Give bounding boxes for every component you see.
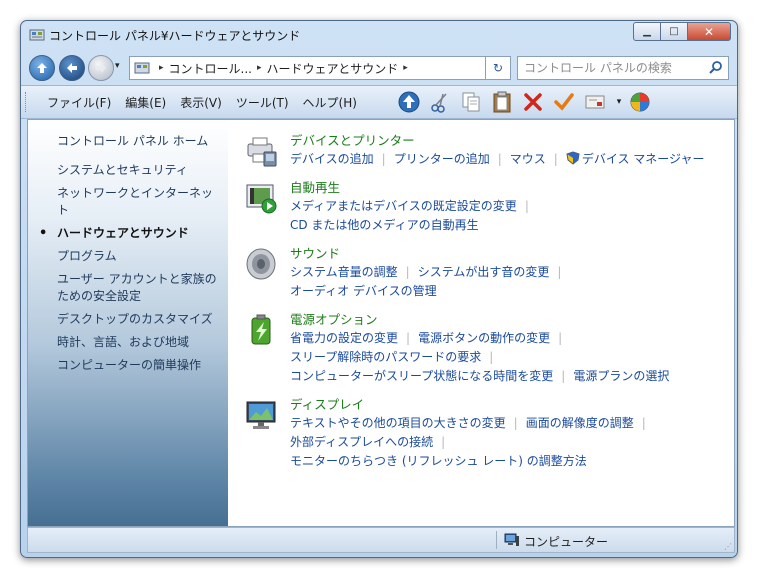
breadcrumb-separator-icon[interactable]: ▸	[257, 63, 262, 73]
breadcrumb-separator-icon[interactable]: ▸	[403, 63, 408, 73]
computer-icon	[504, 533, 520, 547]
control-panel-home-link[interactable]: コントロール パネル ホーム	[57, 132, 208, 149]
address-bar[interactable]: ▸ コントロール... ▸ ハードウェアとサウンド ▸ ▾	[129, 56, 497, 80]
link-refresh-rate[interactable]: モニターのちらつき (リフレッシュ レート) の調整方法	[290, 454, 587, 468]
resize-grip[interactable]: ⋰	[724, 542, 732, 551]
category-title[interactable]: サウンド	[290, 245, 730, 263]
breadcrumb-separator-icon[interactable]: ▸	[159, 63, 164, 73]
up-arrow-icon	[37, 63, 47, 73]
category-title[interactable]: 電源オプション	[290, 311, 730, 329]
views-icon[interactable]	[628, 90, 652, 114]
breadcrumb-hardware-sound[interactable]: ハードウェアとサウンド	[267, 60, 399, 77]
link-change-default-settings[interactable]: メディアまたはデバイスの既定設定の変更	[290, 199, 517, 213]
link-change-system-sounds[interactable]: システムが出す音の変更	[418, 265, 550, 279]
control-panel-icon	[29, 28, 45, 42]
link-connect-external-display[interactable]: 外部ディスプレイへの接続	[290, 435, 433, 449]
category-autoplay: 自動再生 メディアまたはデバイスの既定設定の変更 | CD または他のメディアの自…	[240, 179, 730, 235]
link-change-text-size[interactable]: テキストやその他の項目の大きさの変更	[290, 416, 506, 430]
menu-view[interactable]: 表示(V)	[180, 94, 222, 111]
category-devices-printers: デバイスとプリンター デバイスの追加 | プリンターの追加 | マウス | デバイス マネー…	[240, 132, 730, 169]
sidebar-item-hardware-sound: ハードウェアとサウンド	[39, 225, 223, 242]
maximize-button[interactable]: □	[661, 22, 688, 41]
link-choose-power-plan[interactable]: 電源プランの選択	[573, 369, 669, 383]
minimize-button[interactable]: ▁	[633, 22, 661, 41]
category-display: ディスプレイ テキストやその他の項目の大きさの変更 | 画面の解像度の調整 | 外部デ…	[240, 396, 730, 471]
link-adjust-volume[interactable]: システム音量の調整	[290, 265, 398, 279]
sidebar-item-network-internet[interactable]: ネットワークとインターネット	[57, 185, 223, 219]
menu-edit[interactable]: 編集(E)	[125, 94, 166, 111]
menu-toolbar: ファイル(F) 編集(E) 表示(V) ツール(T) ヘルプ(H) ▾	[21, 85, 737, 119]
link-change-sleep-time[interactable]: コンピューターがスリープ状態になる時間を変更	[290, 369, 553, 383]
menu-help[interactable]: ヘルプ(H)	[303, 94, 357, 111]
sidebar-item-desktop[interactable]: デスクトップのカスタマイズ	[57, 311, 223, 328]
control-panel-icon	[134, 62, 150, 75]
cut-icon[interactable]	[428, 90, 452, 114]
shield-icon	[566, 151, 582, 166]
battery-icon	[244, 313, 278, 347]
sidebar-item-ease-of-access[interactable]: コンピューターの簡単操作	[57, 357, 223, 374]
search-box[interactable]	[517, 56, 729, 80]
sidebar-item-clock-language[interactable]: 時計、言語、および地域	[57, 334, 223, 351]
menu-file[interactable]: ファイル(F)	[47, 94, 111, 111]
link-change-power-button[interactable]: 電源ボタンの動作の変更	[418, 331, 550, 345]
sidebar-item-user-accounts[interactable]: ユーザー アカウントと家族のための安全設定	[57, 271, 223, 305]
link-manage-audio-devices[interactable]: オーディオ デバイスの管理	[290, 284, 437, 298]
right-arrow-icon	[96, 63, 106, 73]
forward-button[interactable]	[88, 55, 114, 81]
category-title[interactable]: 自動再生	[290, 179, 730, 197]
refresh-button[interactable]: ↻	[485, 56, 511, 80]
link-adjust-resolution[interactable]: 画面の解像度の調整	[526, 416, 634, 430]
close-button[interactable]: ✕	[688, 22, 731, 41]
category-title[interactable]: デバイスとプリンター	[290, 132, 730, 150]
window-title: コントロール パネル¥ハードウェアとサウンド	[49, 29, 301, 43]
link-add-printer[interactable]: プリンターの追加	[394, 152, 490, 166]
recent-pages-dropdown[interactable]: ▾	[115, 61, 120, 71]
content-area: コントロール パネル ホーム システムとセキュリティ ネットワークとインターネッ…	[27, 119, 735, 527]
speaker-icon	[244, 247, 278, 281]
sidebar-item-system-security[interactable]: システムとセキュリティ	[57, 162, 223, 179]
sidebar: コントロール パネル ホーム システムとセキュリティ ネットワークとインターネッ…	[28, 120, 228, 526]
search-icon[interactable]	[708, 60, 724, 76]
left-arrow-icon	[67, 63, 77, 73]
category-list: デバイスとプリンター デバイスの追加 | プリンターの追加 | マウス | デバイス マネー…	[240, 132, 730, 522]
link-device-manager[interactable]: デバイス マネージャー	[582, 152, 705, 166]
monitor-icon	[244, 398, 278, 432]
link-change-power-saving[interactable]: 省電力の設定の変更	[290, 331, 398, 345]
properties-icon[interactable]	[583, 90, 607, 114]
sidebar-item-programs[interactable]: プログラム	[57, 248, 223, 265]
printer-icon	[244, 134, 278, 168]
search-input[interactable]	[524, 59, 702, 77]
navigation-bar: ▾ ▸ コントロール... ▸ ハードウェアとサウンド ▸ ▾ ↻	[21, 51, 737, 83]
copy-icon[interactable]	[459, 90, 483, 114]
link-require-password-on-wake[interactable]: スリープ解除時のパスワードの要求	[290, 350, 481, 364]
category-title[interactable]: ディスプレイ	[290, 396, 730, 414]
title-bar[interactable]: コントロール パネル¥ハードウェアとサウンド ▁ □ ✕	[21, 21, 737, 49]
link-add-device[interactable]: デバイスの追加	[290, 152, 374, 166]
autoplay-icon	[244, 181, 278, 215]
paste-icon[interactable]	[490, 90, 514, 114]
back-button[interactable]	[29, 55, 55, 81]
status-bar: コンピューター ⋰	[27, 527, 735, 553]
category-sound: サウンド システム音量の調整 | システムが出す音の変更 | オーディオ デバイスの管…	[240, 245, 730, 301]
views-dropdown-icon[interactable]: ▾	[614, 90, 624, 114]
delete-icon[interactable]	[521, 90, 545, 114]
status-location: コンピューター	[524, 535, 609, 549]
toolbar-grip[interactable]	[25, 92, 29, 112]
link-cd-autoplay[interactable]: CD または他のメディアの自動再生	[290, 218, 479, 232]
back-arrow-button[interactable]	[59, 55, 85, 81]
menu-tools[interactable]: ツール(T)	[236, 94, 289, 111]
control-panel-window: コントロール パネル¥ハードウェアとサウンド ▁ □ ✕ ▾ ▸ コントロール.…	[20, 20, 738, 558]
link-mouse[interactable]: マウス	[510, 152, 546, 166]
checkmark-icon[interactable]	[552, 90, 576, 114]
breadcrumb-control-panel[interactable]: コントロール...	[169, 60, 252, 77]
category-power-options: 電源オプション 省電力の設定の変更 | 電源ボタンの動作の変更 | スリープ解除時のパ…	[240, 311, 730, 386]
up-icon[interactable]	[397, 90, 421, 114]
